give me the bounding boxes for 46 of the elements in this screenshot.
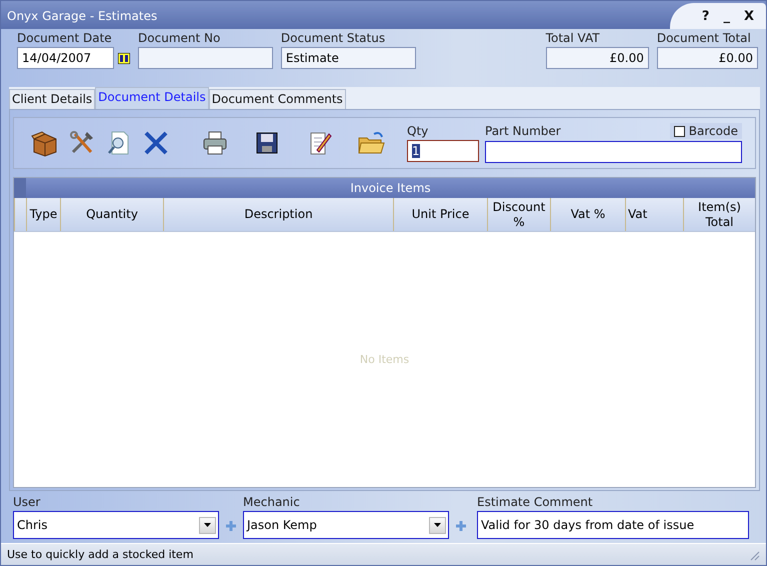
caret-icon: [204, 523, 211, 527]
grid-title: Invoice Items: [349, 180, 432, 197]
window-control-button[interactable]: ?: [700, 8, 712, 24]
tab[interactable]: Document Comments: [208, 89, 346, 109]
column-header[interactable]: Unit Price: [393, 198, 487, 231]
column-header[interactable]: Vat %: [550, 198, 625, 231]
column-header[interactable]: Discount %: [487, 198, 550, 231]
field-label: Document Status: [280, 31, 386, 45]
field-label: Document Date: [17, 31, 113, 45]
column-header[interactable]: Vat: [625, 198, 683, 231]
field-label: Total VAT: [546, 31, 601, 45]
qty-field[interactable]: 1: [407, 140, 479, 162]
caret-icon: [434, 523, 441, 527]
window-control-button[interactable]: X: [742, 8, 756, 24]
window-control-button[interactable]: _: [721, 8, 732, 24]
text-field[interactable]: 14/04/2007: [17, 47, 114, 69]
dropdown-button[interactable]: [199, 516, 216, 534]
comment-field[interactable]: Valid for 30 days from date of issue: [477, 511, 749, 539]
field-label: Document No: [138, 31, 222, 45]
part-number-field[interactable]: [485, 141, 742, 163]
column-header[interactable]: Quantity: [60, 198, 163, 231]
corner-header: [14, 178, 26, 198]
resize-grip-icon[interactable]: [748, 548, 760, 560]
field-label: Qty: [407, 124, 430, 138]
calendar-icon[interactable]: [118, 52, 130, 64]
field-label: Mechanic: [243, 495, 301, 509]
field-label: Document Total: [656, 31, 752, 45]
window-title: Onyx Garage - Estimates: [6, 9, 158, 25]
text-field[interactable]: [138, 47, 273, 69]
tab[interactable]: Document Details: [95, 87, 209, 109]
text-field[interactable]: £0.00: [546, 47, 649, 69]
column-header[interactable]: Description: [163, 198, 393, 231]
text-field[interactable]: Estimate: [280, 47, 416, 69]
empty-message: No Items: [360, 353, 410, 366]
dropdown-field[interactable]: Chris: [13, 511, 219, 539]
field-label: Part Number: [485, 124, 561, 138]
field-label: User: [13, 495, 42, 509]
column-header[interactable]: Type: [26, 198, 60, 231]
barcode-checkbox[interactable]: Barcode: [670, 123, 742, 139]
field-label: Estimate Comment: [477, 495, 594, 509]
dropdown-button[interactable]: [429, 516, 446, 534]
column-header[interactable]: Item(s) Total: [683, 198, 755, 231]
text-field[interactable]: £0.00: [656, 47, 758, 69]
status-text: Use to quickly add a stocked item: [7, 548, 194, 561]
tab[interactable]: Client Details: [9, 89, 96, 109]
dropdown-field[interactable]: Jason Kemp: [243, 511, 449, 539]
